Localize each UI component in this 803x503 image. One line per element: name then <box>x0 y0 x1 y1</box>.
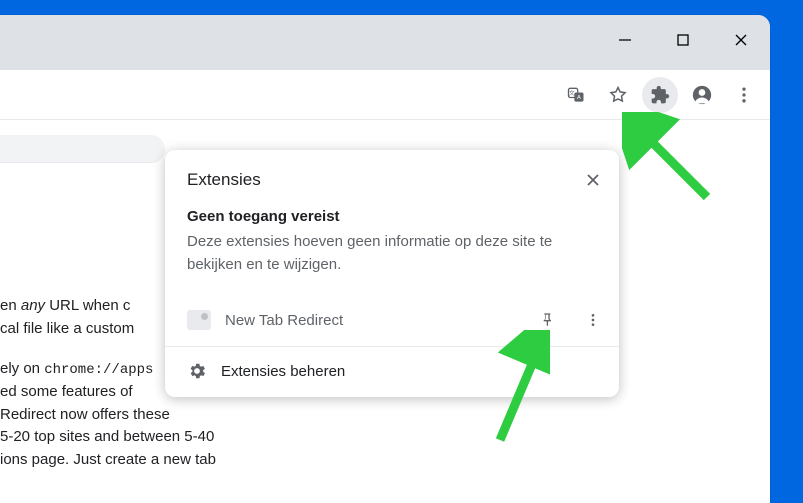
close-button[interactable] <box>712 21 770 59</box>
manage-extensions-row[interactable]: Extensies beheren <box>165 347 619 397</box>
maximize-button[interactable] <box>654 21 712 59</box>
text-fragment: ions page. Just create a new tab <box>0 451 216 468</box>
text-emphasis: any <box>21 297 45 314</box>
popup-close-button[interactable] <box>577 164 609 196</box>
profile-icon[interactable] <box>684 77 720 113</box>
extension-row[interactable]: New Tab Redirect <box>165 294 619 346</box>
gear-icon <box>187 361 207 381</box>
browser-toolbar: 文A <box>0 70 770 120</box>
text-fragment: 5-20 top sites and between 5-40 <box>0 428 214 445</box>
popup-title: Extensies <box>187 170 261 190</box>
text-fragment: en <box>0 297 21 314</box>
popup-subheading: Geen toegang vereist <box>165 202 619 227</box>
chrome-window: 文A en any URL when c cal file like a cus… <box>0 15 770 503</box>
extensions-icon[interactable] <box>642 77 678 113</box>
text-fragment: URL when c <box>45 297 130 314</box>
pin-icon[interactable] <box>531 304 563 336</box>
address-bar-fragment[interactable] <box>0 135 165 163</box>
svg-text:A: A <box>577 95 581 101</box>
text-fragment: ed some features of <box>0 383 133 400</box>
text-fragment: ely on <box>0 360 44 377</box>
extension-name: New Tab Redirect <box>225 312 517 329</box>
text-fragment: cal file like a custom <box>0 320 134 337</box>
titlebar <box>0 15 770 70</box>
translate-icon[interactable]: 文A <box>558 77 594 113</box>
extension-more-icon[interactable] <box>577 304 609 336</box>
star-icon[interactable] <box>600 77 636 113</box>
minimize-button[interactable] <box>596 21 654 59</box>
manage-extensions-label: Extensies beheren <box>221 363 345 380</box>
extension-app-icon <box>187 310 211 330</box>
svg-text:文: 文 <box>569 89 575 97</box>
text-fragment: Redirect now offers these <box>0 406 170 423</box>
popup-header: Extensies <box>165 150 619 202</box>
popup-description: Deze extensies hoeven geen informatie op… <box>165 227 619 294</box>
extensions-popup: Extensies Geen toegang vereist Deze exte… <box>165 150 619 397</box>
kebab-menu-icon[interactable] <box>726 77 762 113</box>
text-code: chrome://apps <box>44 362 153 378</box>
window-controls <box>596 21 770 59</box>
